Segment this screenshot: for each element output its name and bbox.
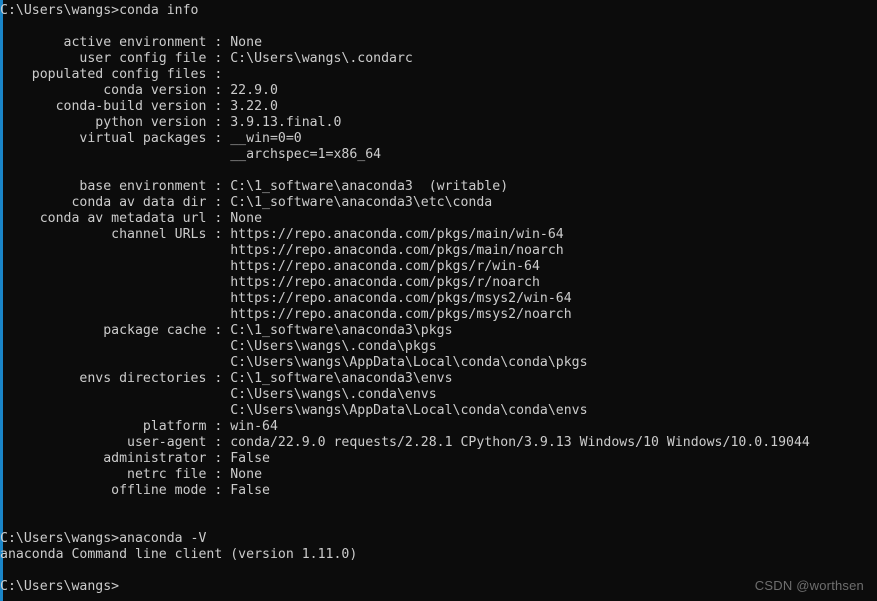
csdn-watermark: CSDN @worthsen — [754, 578, 864, 593]
info-line: active environment : None — [0, 35, 263, 50]
info-line: python version : 3.9.13.final.0 — [0, 115, 342, 130]
info-line: conda version : 22.9.0 — [0, 83, 278, 98]
info-line: conda av data dir : C:\1_software\anacon… — [0, 195, 493, 210]
info-continuation-line: C:\Users\wangs\.conda\envs — [0, 387, 437, 402]
info-line: envs directories : C:\1_software\anacond… — [0, 371, 453, 386]
console-output-text[interactable]: C:\Users\wangs>conda info active environ… — [0, 0, 877, 595]
info-line: package cache : C:\1_software\anaconda3\… — [0, 323, 453, 338]
info-continuation-line: C:\Users\wangs\.conda\pkgs — [0, 339, 437, 354]
info-continuation-line: https://repo.anaconda.com/pkgs/msys2/win… — [0, 291, 572, 306]
info-line: base environment : C:\1_software\anacond… — [0, 179, 509, 194]
active-prompt-line: C:\Users\wangs> — [0, 579, 120, 594]
info-line: administrator : False — [0, 451, 270, 466]
info-line: user config file : C:\Users\wangs\.conda… — [0, 51, 413, 66]
info-continuation-line: https://repo.anaconda.com/pkgs/r/noarch — [0, 275, 540, 290]
info-line: user-agent : conda/22.9.0 requests/2.28.… — [0, 435, 810, 450]
info-line: conda-build version : 3.22.0 — [0, 99, 278, 114]
info-line: virtual packages : __win=0=0 — [0, 131, 302, 146]
info-continuation-line: C:\Users\wangs\AppData\Local\conda\conda… — [0, 355, 588, 370]
info-line: netrc file : None — [0, 467, 263, 482]
info-line: populated config files : — [0, 67, 231, 82]
info-continuation-line: https://repo.anaconda.com/pkgs/main/noar… — [0, 243, 564, 258]
command-output-line: anaconda Command line client (version 1.… — [0, 547, 358, 562]
info-continuation-line: __archspec=1=x86_64 — [0, 147, 382, 162]
info-line: offline mode : False — [0, 483, 270, 498]
info-line: platform : win-64 — [0, 419, 278, 434]
command-line: C:\Users\wangs>anaconda -V — [0, 531, 207, 546]
info-continuation-line: C:\Users\wangs\AppData\Local\conda\conda… — [0, 403, 588, 418]
command-prompt-window[interactable]: C:\Users\wangs>conda info active environ… — [0, 0, 877, 601]
command-line: C:\Users\wangs>conda info — [0, 3, 199, 18]
info-line: channel URLs : https://repo.anaconda.com… — [0, 227, 564, 242]
info-continuation-line: https://repo.anaconda.com/pkgs/r/win-64 — [0, 259, 540, 274]
info-line: conda av metadata url : None — [0, 211, 263, 226]
info-continuation-line: https://repo.anaconda.com/pkgs/msys2/noa… — [0, 307, 572, 322]
